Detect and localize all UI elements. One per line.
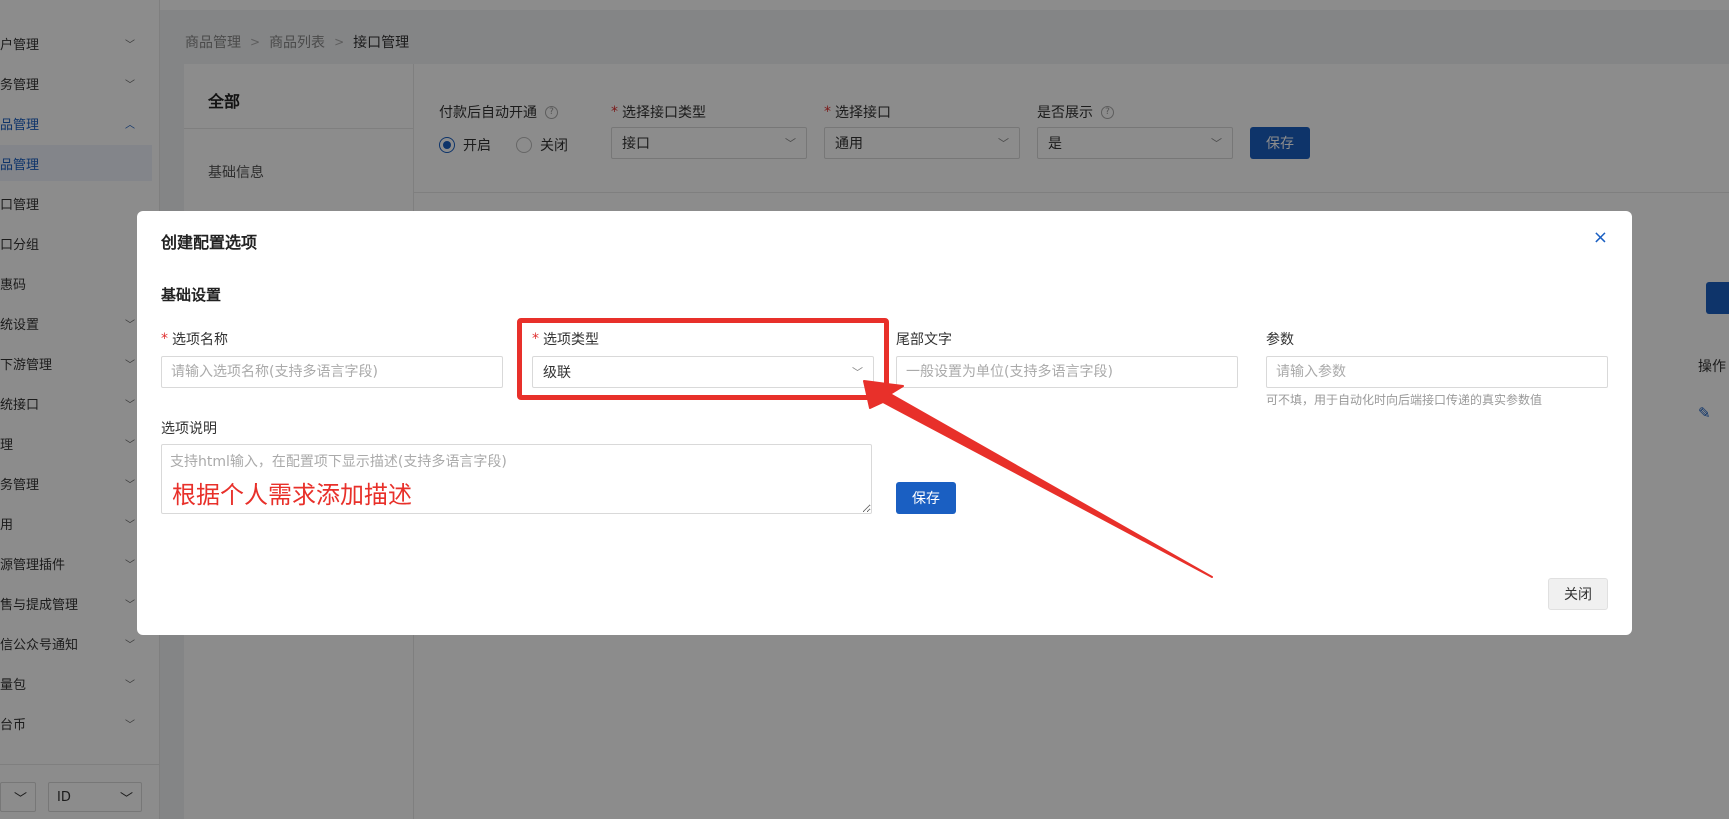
modal-close-button[interactable]: 关闭 [1548,578,1608,610]
close-icon[interactable]: × [1593,227,1608,248]
param-label: 参数 [1266,332,1294,348]
suffix-label: 尾部文字 [896,332,952,348]
option-name-input[interactable] [161,356,503,388]
chevron-down-icon: ﹀ [852,366,863,379]
desc-textarea[interactable] [161,444,872,514]
param-input[interactable] [1266,356,1608,388]
modal-save-button[interactable]: 保存 [896,482,956,514]
section-title: 基础设置 [161,286,222,304]
option-name-label: * 选项名称 [161,331,228,348]
modal-title: 创建配置选项 [161,233,258,252]
option-type-select[interactable]: 级联 ﹀ [532,356,874,388]
desc-label: 选项说明 [161,421,217,437]
param-hint: 可不填，用于自动化时向后端接口传递的真实参数值 [1266,393,1543,407]
option-type-label: * 选项类型 [532,331,599,348]
suffix-input[interactable] [896,356,1238,388]
create-option-modal: 创建配置选项 × 基础设置 *选项名称 *选项类型 级联﹀ 尾部文字 参数 可不… [137,211,1632,635]
